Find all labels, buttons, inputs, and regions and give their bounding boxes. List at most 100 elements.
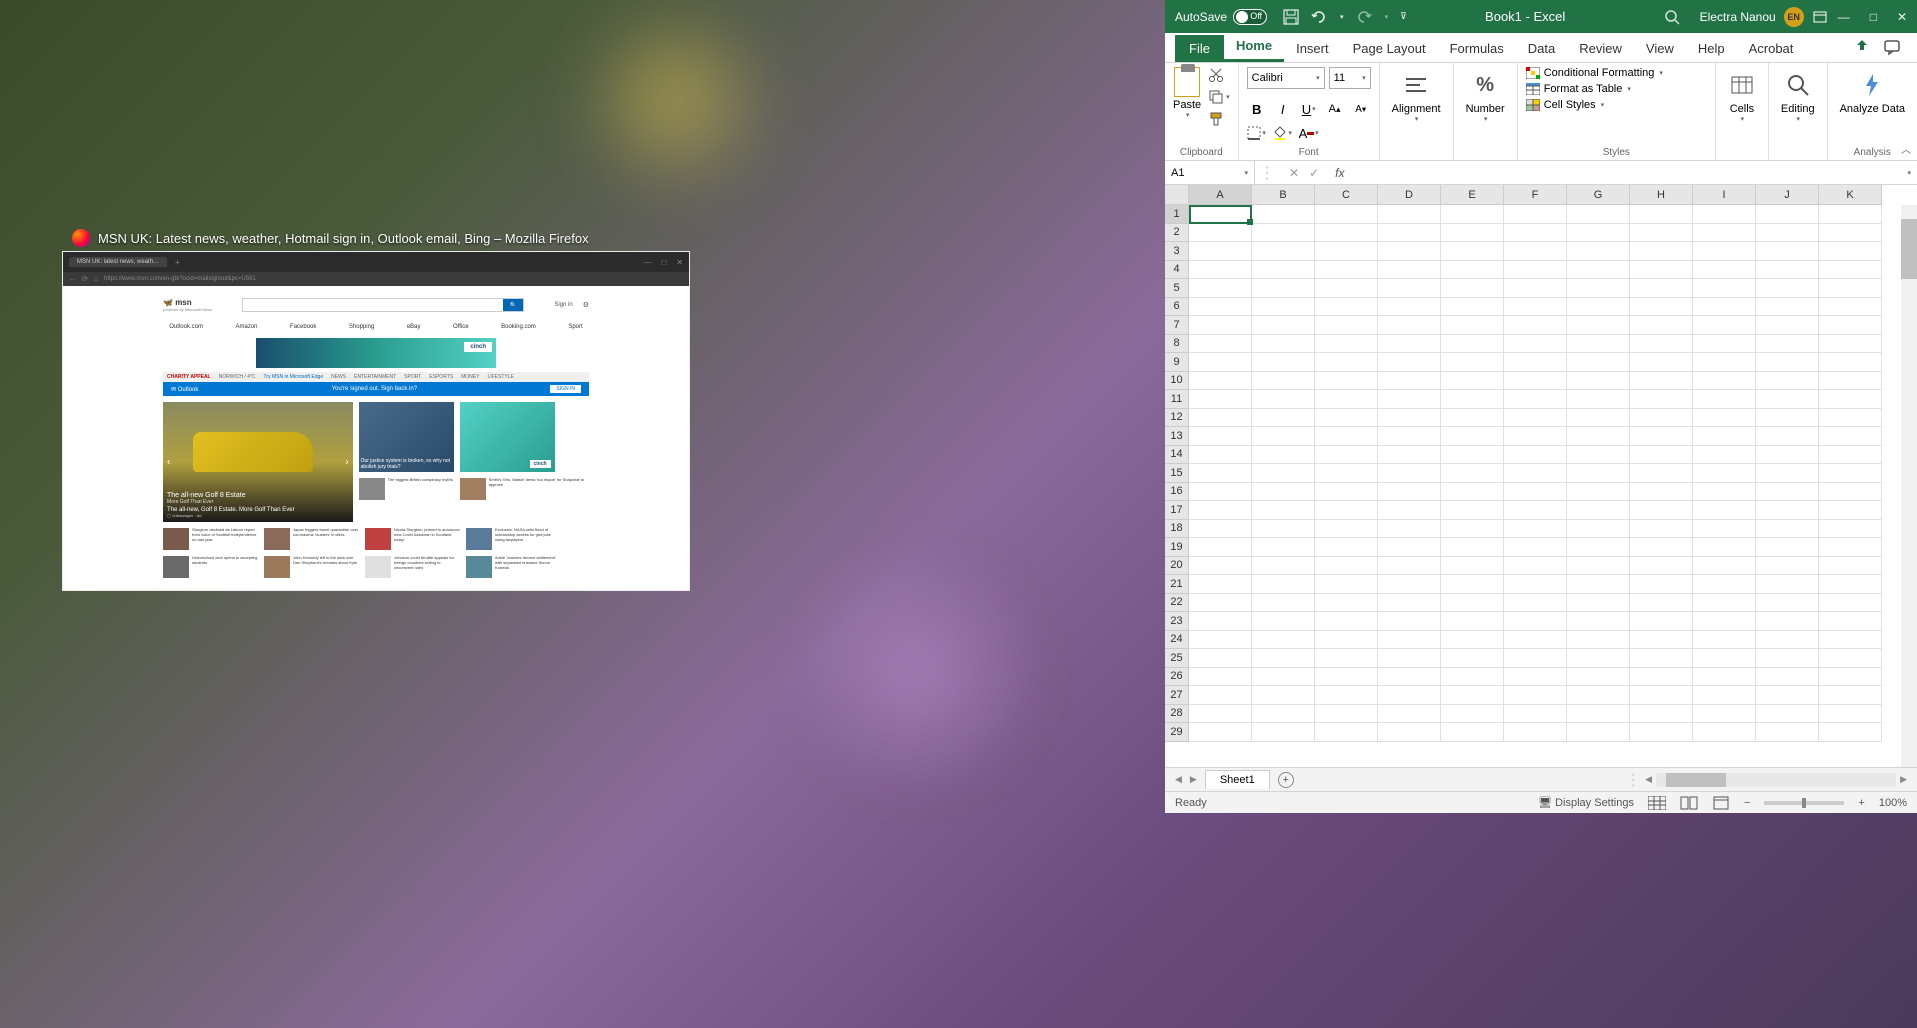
zoom-level[interactable]: 100% — [1879, 797, 1907, 809]
cell[interactable] — [1756, 242, 1819, 261]
cell[interactable] — [1441, 205, 1504, 224]
window-min-icon[interactable]: — — [643, 258, 651, 267]
cell[interactable] — [1441, 631, 1504, 650]
cell[interactable] — [1378, 686, 1441, 705]
column-header[interactable]: I — [1693, 185, 1756, 205]
row-header[interactable]: 3 — [1165, 242, 1189, 261]
cell[interactable] — [1756, 483, 1819, 502]
cell[interactable] — [1819, 723, 1882, 742]
cell[interactable] — [1252, 353, 1315, 372]
cell[interactable] — [1315, 723, 1378, 742]
cell[interactable] — [1504, 594, 1567, 613]
link-facebook[interactable]: Facebook — [290, 324, 316, 330]
cell[interactable] — [1567, 390, 1630, 409]
cell[interactable] — [1693, 316, 1756, 335]
cell[interactable] — [1315, 335, 1378, 354]
sheet-tab[interactable]: Sheet1 — [1205, 770, 1270, 789]
cell[interactable] — [1630, 446, 1693, 465]
article-item[interactable]: Johnson could throttle appeals for forei… — [365, 556, 460, 578]
tab-review[interactable]: Review — [1567, 35, 1634, 62]
cell[interactable] — [1567, 464, 1630, 483]
cell[interactable] — [1441, 557, 1504, 576]
qat-customize-icon[interactable]: ⊽ — [1400, 11, 1407, 22]
column-header[interactable]: D — [1378, 185, 1441, 205]
cell[interactable] — [1315, 594, 1378, 613]
cell[interactable] — [1567, 409, 1630, 428]
home-icon[interactable]: ⌂ — [94, 276, 98, 283]
cell[interactable] — [1441, 224, 1504, 243]
cell[interactable] — [1819, 446, 1882, 465]
row-header[interactable]: 4 — [1165, 261, 1189, 280]
cell[interactable] — [1819, 538, 1882, 557]
cell[interactable] — [1693, 612, 1756, 631]
cell[interactable] — [1819, 686, 1882, 705]
sheet-nav-prev-icon[interactable]: ◀ — [1175, 774, 1182, 785]
cell[interactable] — [1693, 483, 1756, 502]
link-sport[interactable]: Sport — [568, 324, 582, 330]
cell[interactable] — [1252, 261, 1315, 280]
cell[interactable] — [1441, 261, 1504, 280]
cell[interactable] — [1504, 279, 1567, 298]
row-header[interactable]: 21 — [1165, 575, 1189, 594]
nav-esports[interactable]: ESPORTS — [429, 374, 453, 380]
share-icon[interactable] — [1853, 38, 1871, 56]
editing-button[interactable]: Editing▾ — [1777, 67, 1819, 127]
cell[interactable] — [1252, 205, 1315, 224]
column-header[interactable]: F — [1504, 185, 1567, 205]
cell[interactable] — [1378, 723, 1441, 742]
hscroll-right-icon[interactable]: ▶ — [1900, 774, 1907, 785]
cell[interactable] — [1630, 335, 1693, 354]
nav-news[interactable]: NEWS — [331, 374, 346, 380]
cell[interactable] — [1693, 501, 1756, 520]
cell[interactable] — [1189, 279, 1252, 298]
cell[interactable] — [1693, 557, 1756, 576]
cell[interactable] — [1378, 631, 1441, 650]
cell[interactable] — [1504, 446, 1567, 465]
cell[interactable] — [1756, 520, 1819, 539]
cell[interactable] — [1504, 501, 1567, 520]
cell[interactable] — [1378, 668, 1441, 687]
cell[interactable] — [1378, 612, 1441, 631]
cell[interactable] — [1567, 279, 1630, 298]
cell[interactable] — [1315, 261, 1378, 280]
collapse-ribbon-icon[interactable]: ︿ — [1901, 141, 1911, 156]
cell[interactable] — [1693, 390, 1756, 409]
nav-entertainment[interactable]: ENTERTAINMENT — [354, 374, 396, 380]
cell[interactable] — [1567, 372, 1630, 391]
cell[interactable] — [1441, 427, 1504, 446]
row-header[interactable]: 17 — [1165, 501, 1189, 520]
row-header[interactable]: 28 — [1165, 705, 1189, 724]
cell[interactable] — [1189, 242, 1252, 261]
article-item[interactable]: John Kennedy left in the dark over Dan S… — [264, 556, 359, 578]
cell[interactable] — [1252, 464, 1315, 483]
increase-font-icon[interactable]: A▴ — [1325, 99, 1345, 119]
row-header[interactable]: 18 — [1165, 520, 1189, 539]
cell[interactable] — [1756, 464, 1819, 483]
cell[interactable] — [1189, 335, 1252, 354]
cell[interactable] — [1252, 483, 1315, 502]
cell[interactable] — [1252, 409, 1315, 428]
cell[interactable] — [1441, 353, 1504, 372]
cell[interactable] — [1630, 501, 1693, 520]
cell[interactable] — [1441, 409, 1504, 428]
cell[interactable] — [1189, 649, 1252, 668]
zoom-in-button[interactable]: + — [1858, 797, 1864, 809]
cell[interactable] — [1504, 649, 1567, 668]
window-max-icon[interactable]: □ — [661, 258, 666, 267]
cell[interactable] — [1819, 520, 1882, 539]
cell[interactable] — [1567, 705, 1630, 724]
cell[interactable] — [1693, 705, 1756, 724]
cell[interactable] — [1819, 335, 1882, 354]
tab-help[interactable]: Help — [1686, 35, 1737, 62]
cell[interactable] — [1756, 409, 1819, 428]
cell[interactable] — [1441, 390, 1504, 409]
cell[interactable] — [1252, 723, 1315, 742]
row-header[interactable]: 11 — [1165, 390, 1189, 409]
cell[interactable] — [1252, 427, 1315, 446]
row-header[interactable]: 8 — [1165, 335, 1189, 354]
row-header[interactable]: 6 — [1165, 298, 1189, 317]
row-header[interactable]: 25 — [1165, 649, 1189, 668]
cell[interactable] — [1441, 335, 1504, 354]
cell[interactable] — [1441, 501, 1504, 520]
user-name[interactable]: Electra Nanou — [1700, 10, 1776, 24]
